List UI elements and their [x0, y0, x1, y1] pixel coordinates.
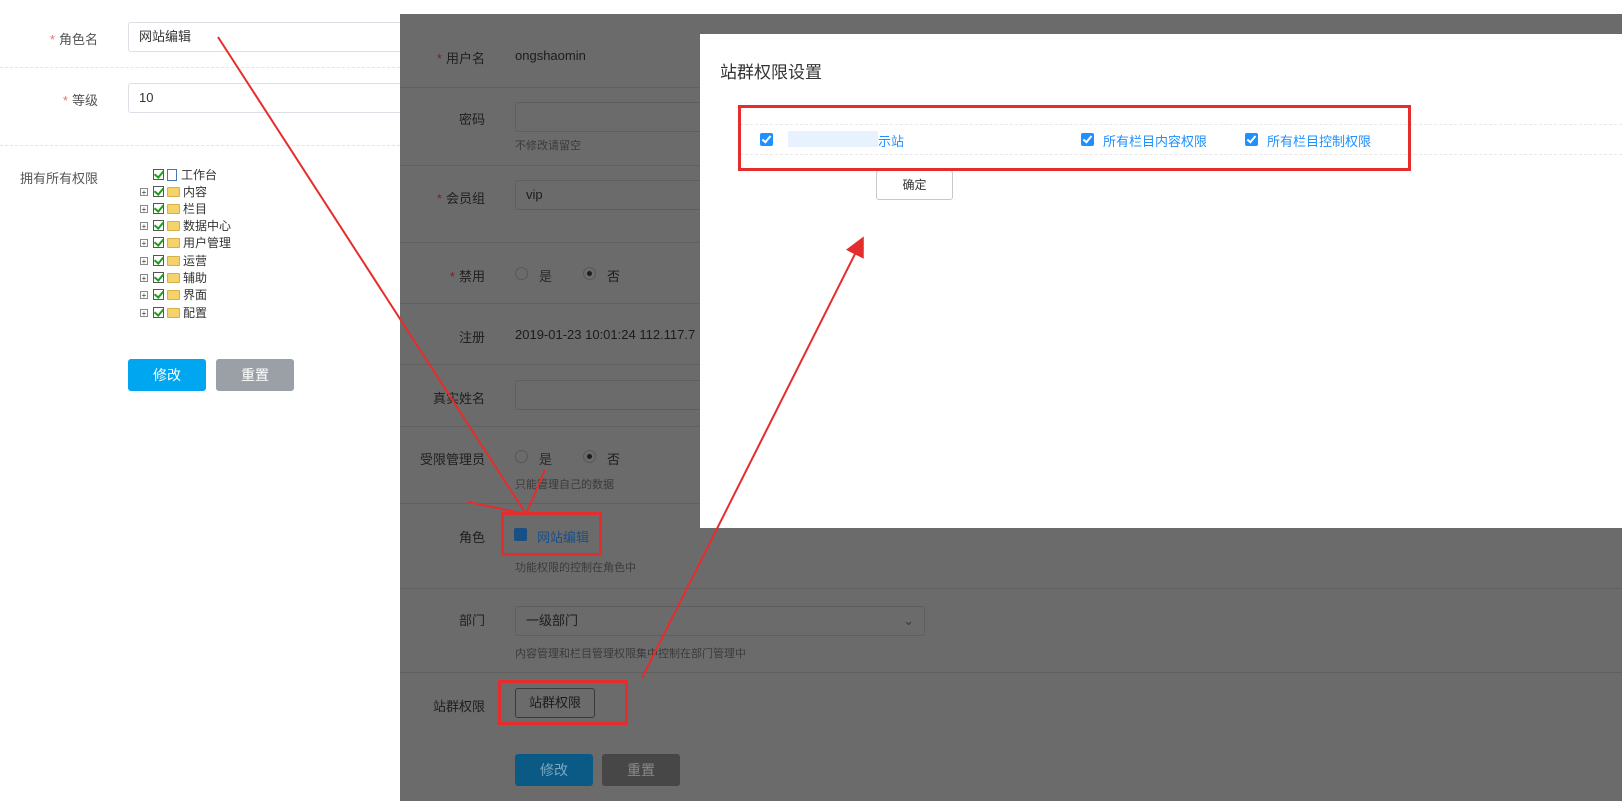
arrow-site-group-to-dialog	[641, 236, 864, 679]
arrow-role-to-checkbox	[217, 36, 527, 515]
arrow-head-role	[467, 469, 546, 516]
annotation-arrows	[217, 36, 864, 679]
